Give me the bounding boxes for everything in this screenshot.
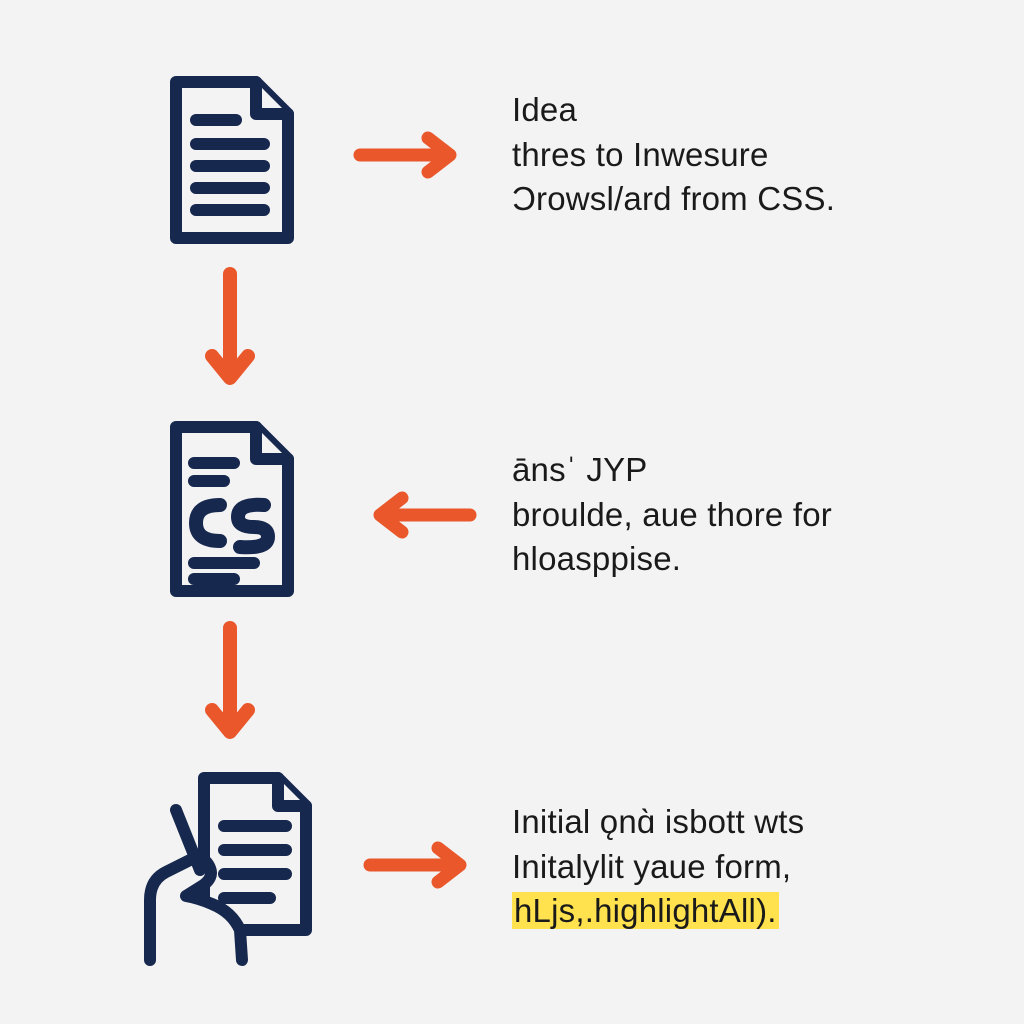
step-1-line1: Idea (512, 88, 942, 133)
step-3-line1: Initial ǫnɑ̀ isbott wts (512, 800, 952, 845)
step-2-line2: broulde, aue thore for (512, 493, 942, 538)
step-2-text: ānsˈ JYP broulde, aue thore for hloasppi… (512, 448, 942, 582)
step-3-line3: hLjs,.highlightAll). (512, 889, 952, 934)
step-1-line3: Ͻrowsl/ard from CSS. (512, 177, 942, 222)
step-1-line2: thres to Inwesure (512, 133, 942, 178)
arrow-right-icon (360, 840, 480, 890)
step-2-line1: ānsˈ JYP (512, 448, 942, 493)
step-1-text: Idea thres to Inwesure Ͻrowsl/ard from C… (512, 88, 942, 222)
code-highlight: hLjs,.highlightAll). (512, 892, 779, 929)
step-3-line2: Initalylit yaue form, (512, 845, 952, 890)
arrow-down-icon (200, 266, 260, 396)
arrow-right-icon (350, 130, 470, 180)
arrow-down-icon (200, 620, 260, 750)
arrow-left-icon (360, 490, 480, 540)
document-icon (156, 70, 304, 250)
diagram-canvas: Idea thres to Inwesure Ͻrowsl/ard from C… (0, 0, 1024, 1024)
cs-file-icon (156, 415, 304, 603)
step-3-text: Initial ǫnɑ̀ isbott wts Initalylit yaue … (512, 800, 952, 934)
hand-document-icon (130, 760, 330, 970)
step-2-line3: hloasppise. (512, 537, 942, 582)
